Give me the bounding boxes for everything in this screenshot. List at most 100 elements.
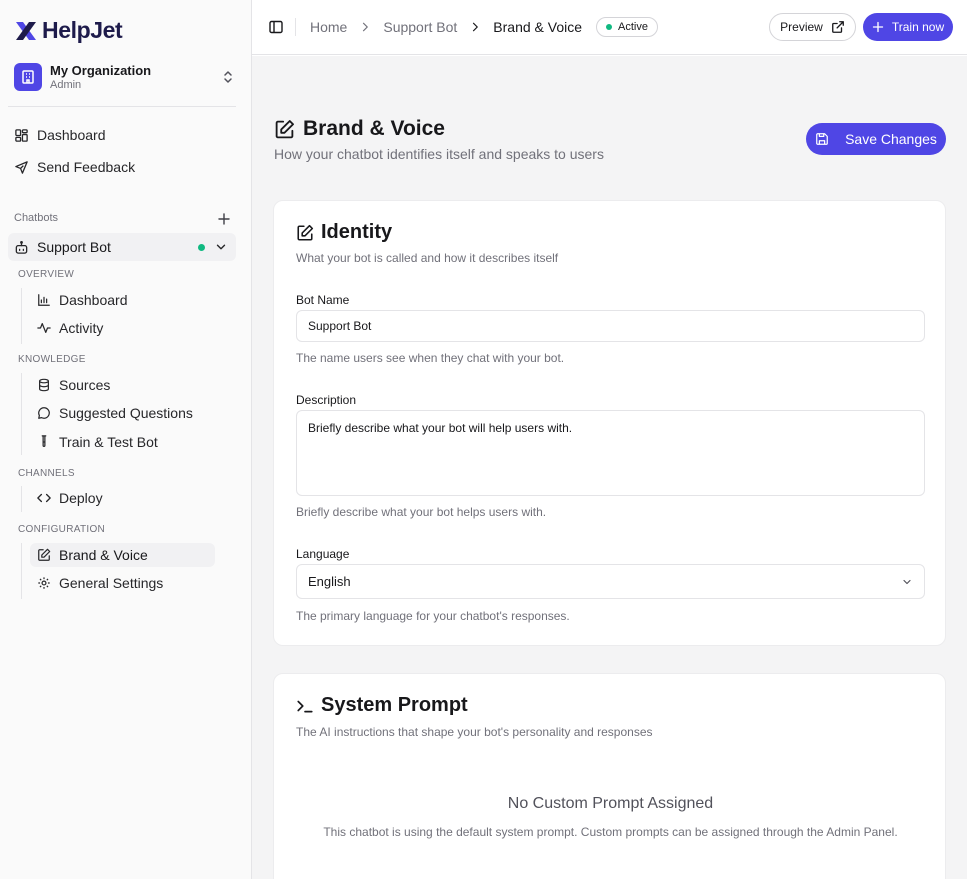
building-icon <box>14 63 42 91</box>
chevron-right-icon <box>469 21 481 33</box>
nav-general-label: General Settings <box>59 575 164 591</box>
org-role: Admin <box>50 78 82 91</box>
language-value: English <box>308 574 351 589</box>
nav-deploy[interactable]: Deploy <box>30 486 215 510</box>
section-channels: CHANNELS <box>18 468 75 479</box>
status-badge-label: Active <box>618 21 648 33</box>
nav-deploy-label: Deploy <box>59 490 103 506</box>
chatbot-support-bot[interactable]: Support Bot <box>8 233 236 261</box>
system-prompt-title: System Prompt <box>296 694 468 717</box>
sidebar-toggle-icon[interactable] <box>268 19 284 35</box>
status-badge: Active <box>596 17 658 37</box>
external-link-icon <box>831 20 845 34</box>
edit-icon <box>274 119 295 140</box>
nav-train-label: Train & Test Bot <box>59 434 158 450</box>
nav-train-test[interactable]: Train & Test Bot <box>30 430 215 454</box>
org-switcher[interactable]: My Organization Admin <box>14 62 236 92</box>
system-prompt-subtitle: The AI instructions that shape your bot'… <box>296 725 653 739</box>
page-title-text: Brand & Voice <box>303 117 445 140</box>
sidebar-divider <box>8 106 236 107</box>
breadcrumb: Home Support Bot Brand & Voice Active <box>310 17 658 37</box>
train-now-button[interactable]: Train now <box>863 13 953 41</box>
breadcrumb-home[interactable]: Home <box>310 19 347 35</box>
test-tube-icon <box>37 435 59 449</box>
identity-subtitle: What your bot is called and how it descr… <box>296 251 559 265</box>
tree-line <box>21 288 22 344</box>
tree-line <box>21 543 22 599</box>
identity-title-text: Identity <box>321 221 393 243</box>
bot-name-input[interactable] <box>296 310 925 342</box>
bot-name-label: Bot Name <box>296 293 350 307</box>
nav-dashboard[interactable]: Dashboard <box>8 121 236 149</box>
chevron-down-icon <box>214 240 228 254</box>
nav-brand-voice[interactable]: Brand & Voice <box>30 543 215 567</box>
main-content: Brand & Voice How your chatbot identifie… <box>252 56 967 879</box>
header-divider <box>295 18 296 36</box>
layout-dashboard-icon <box>14 128 37 143</box>
add-chatbot-icon[interactable] <box>216 211 232 227</box>
nav-send-feedback[interactable]: Send Feedback <box>8 153 236 181</box>
language-label: Language <box>296 547 350 561</box>
empty-state-text: This chatbot is using the default system… <box>323 825 898 839</box>
terminal-icon <box>296 697 314 715</box>
save-changes-button[interactable]: Save Changes <box>806 123 946 155</box>
nav-activity-label: Activity <box>59 320 104 336</box>
bot-name-help: The name users see when they chat with y… <box>296 351 565 365</box>
edit-icon <box>296 224 314 242</box>
description-label: Description <box>296 393 357 407</box>
top-header: Home Support Bot Brand & Voice Active Pr… <box>252 0 967 55</box>
plus-icon <box>872 21 884 33</box>
helpjet-logo-icon <box>14 20 38 42</box>
logo-text: HelpJet <box>42 17 123 43</box>
nav-brand-label: Brand & Voice <box>59 547 148 563</box>
message-circle-icon <box>37 406 59 420</box>
section-overview: OVERVIEW <box>18 269 75 280</box>
empty-state-title: No Custom Prompt Assigned <box>507 795 714 812</box>
identity-card: Identity What your bot is called and how… <box>273 200 946 646</box>
chatbots-group-label: Chatbots <box>14 212 59 224</box>
nav-suggested-label: Suggested Questions <box>59 405 193 421</box>
org-name: My Organization <box>50 62 152 78</box>
description-textarea[interactable]: Briefly describe what your bot will help… <box>296 410 925 496</box>
database-icon <box>37 378 59 392</box>
breadcrumb-current: Brand & Voice <box>493 19 583 35</box>
send-icon <box>14 160 37 175</box>
code-icon <box>37 491 59 505</box>
bot-icon <box>14 240 29 255</box>
chevrons-up-down-icon <box>220 69 236 85</box>
nav-dashboard-label: Dashboard <box>37 127 106 143</box>
page-subtitle: How your chatbot identifies itself and s… <box>274 146 604 162</box>
status-dot <box>198 243 205 251</box>
language-help: The primary language for your chatbot's … <box>296 609 570 623</box>
edit-icon <box>37 548 59 562</box>
preview-button[interactable]: Preview <box>769 13 856 41</box>
sidebar: HelpJet My Organization Admin Dashboard <box>0 0 252 879</box>
breadcrumb-support-bot[interactable]: Support Bot <box>383 19 457 35</box>
description-help: Briefly describe what your bot helps use… <box>296 505 547 519</box>
preview-label: Preview <box>780 20 823 34</box>
identity-title: Identity <box>296 221 392 244</box>
nav-bot-dashboard[interactable]: Dashboard <box>30 288 215 312</box>
status-dot <box>606 24 613 30</box>
system-prompt-card: System Prompt The AI instructions that s… <box>273 673 946 879</box>
nav-general-settings[interactable]: General Settings <box>30 571 215 595</box>
nav-activity[interactable]: Activity <box>30 316 215 340</box>
train-now-label: Train now <box>891 20 945 34</box>
system-prompt-title-text: System Prompt <box>321 694 468 716</box>
nav-suggested-questions[interactable]: Suggested Questions <box>30 401 215 425</box>
activity-icon <box>37 321 59 335</box>
logo[interactable]: HelpJet <box>14 17 123 44</box>
chatbot-name: Support Bot <box>37 239 111 255</box>
tree-line <box>21 373 22 455</box>
language-select[interactable]: English <box>296 564 925 599</box>
nav-sources-label: Sources <box>59 377 111 393</box>
section-configuration: CONFIGURATION <box>18 524 106 535</box>
nav-bot-dashboard-label: Dashboard <box>59 292 128 308</box>
section-knowledge: KNOWLEDGE <box>18 354 86 365</box>
bar-chart-icon <box>37 293 59 307</box>
nav-sources[interactable]: Sources <box>30 373 215 397</box>
save-changes-label: Save Changes <box>845 131 937 147</box>
chevron-down-icon <box>901 576 913 588</box>
page-title: Brand & Voice <box>274 117 445 141</box>
gear-icon <box>37 576 59 590</box>
